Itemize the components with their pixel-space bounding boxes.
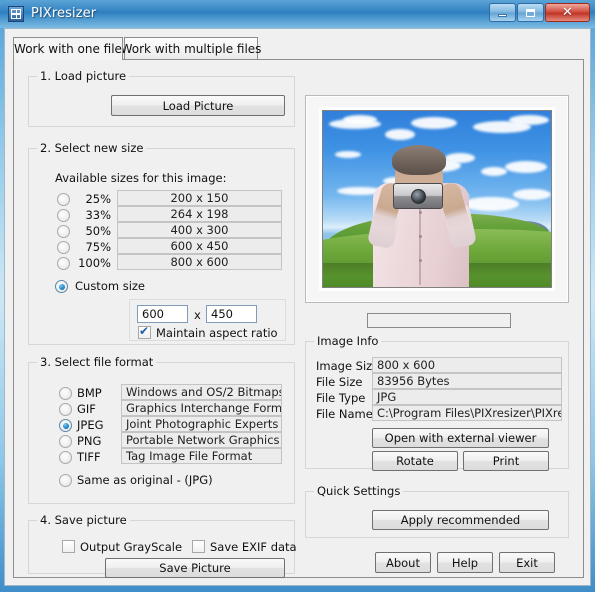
radio-format-gif[interactable] (59, 403, 72, 416)
group-select-new-size-legend: 2. Select new size (37, 141, 147, 155)
about-button[interactable]: About (375, 552, 431, 573)
format-name-bmp: BMP (77, 386, 102, 400)
size-dimensions-50: 400 x 300 (117, 222, 282, 238)
size-percent-33: 33% (85, 208, 111, 222)
maximize-icon (526, 8, 535, 17)
photographer-figure (366, 139, 478, 287)
group-image-info: Image Info Image Size 800 x 600 File Siz… (305, 334, 569, 471)
radio-format-png[interactable] (59, 435, 72, 448)
format-name-tiff: TIFF (77, 450, 101, 464)
available-sizes-label: Available sizes for this image: (55, 171, 227, 185)
radio-size-75[interactable] (57, 241, 70, 254)
group-load-picture-legend: 1. Load picture (37, 69, 130, 83)
close-button[interactable]: ✕ (545, 3, 590, 22)
radio-format-same-as-original[interactable] (59, 474, 72, 487)
minimize-icon (498, 14, 507, 17)
same-as-original-label: Same as original - (JPG) (77, 473, 213, 487)
group-select-new-size: 2. Select new size Available sizes for t… (28, 141, 295, 345)
tab-label: Work with multiple files (120, 42, 262, 56)
size-separator: x (194, 308, 201, 322)
print-button[interactable]: Print (463, 451, 549, 471)
resize-app-icon (8, 5, 24, 22)
format-name-png: PNG (77, 434, 102, 448)
file-name-value: C:\Program Files\PIXresizer\PIXresiz (372, 405, 562, 421)
size-percent-75: 75% (85, 240, 111, 254)
file-size-label: File Size (316, 375, 363, 389)
radio-size-25[interactable] (57, 193, 70, 206)
file-type-label: File Type (316, 391, 366, 405)
format-name-gif: GIF (77, 402, 96, 416)
custom-size-panel: 600 x 450 Maintain aspect ratio (129, 299, 286, 341)
group-select-file-format: 3. Select file format BMP Windows and OS… (28, 355, 295, 504)
help-button[interactable]: Help (437, 552, 493, 573)
image-size-value: 800 x 600 (372, 357, 562, 373)
radio-size-100[interactable] (57, 257, 70, 270)
group-image-info-legend: Image Info (314, 334, 382, 348)
output-grayscale-label: Output GrayScale (80, 540, 183, 554)
tab-work-with-one-file[interactable]: Work with one file (13, 37, 123, 60)
maximize-button[interactable] (517, 3, 544, 22)
close-icon: ✕ (562, 5, 573, 20)
size-percent-25: 25% (85, 192, 111, 206)
rotate-button[interactable]: Rotate (372, 451, 458, 471)
tab-label: Work with one file (14, 42, 122, 56)
group-save-picture-legend: 4. Save picture (37, 513, 130, 527)
file-size-value: 83956 Bytes (372, 373, 562, 389)
open-with-external-viewer-button[interactable]: Open with external viewer (372, 428, 549, 448)
format-description-jpeg: Joint Photographic Experts Group (121, 416, 282, 432)
size-dimensions-75: 600 x 450 (117, 238, 282, 254)
window-title: PIXresizer (31, 6, 97, 21)
group-save-picture: 4. Save picture Output GrayScale Save EX… (28, 513, 297, 578)
maintain-aspect-ratio-checkbox[interactable] (138, 324, 151, 339)
exit-button[interactable]: Exit (499, 552, 555, 573)
size-percent-100: 100% (78, 256, 111, 270)
title-bar: PIXresizer ✕ (0, 0, 595, 28)
group-load-picture: 1. Load picture Load Picture (28, 69, 295, 127)
tab-work-with-multiple-files[interactable]: Work with multiple files (121, 37, 261, 60)
file-type-value: JPG (372, 389, 562, 405)
radio-format-bmp[interactable] (59, 387, 72, 400)
custom-size-label: Custom size (75, 279, 146, 293)
custom-height-input[interactable]: 450 (206, 305, 257, 323)
format-description-tiff: Tag Image File Format (121, 448, 282, 464)
radio-format-jpeg[interactable] (59, 419, 72, 432)
client-area: Work with one file Work with multiple fi… (4, 28, 591, 586)
save-exif-data-label: Save EXIF data (210, 540, 297, 554)
apply-recommended-button[interactable]: Apply recommended (372, 510, 549, 530)
radio-size-33[interactable] (57, 209, 70, 222)
file-name-label: File Name (316, 407, 373, 421)
group-quick-settings-legend: Quick Settings (314, 484, 404, 498)
application-window: PIXresizer ✕ Work with one file Work wit… (0, 0, 595, 592)
group-quick-settings: Quick Settings Apply recommended (305, 484, 569, 538)
format-description-bmp: Windows and OS/2 Bitmaps (121, 384, 282, 400)
format-description-png: Portable Network Graphics (121, 432, 282, 448)
image-preview-frame (319, 107, 555, 291)
radio-size-50[interactable] (57, 225, 70, 238)
image-size-label: Image Size (316, 359, 380, 373)
format-description-gif: Graphics Interchange Format (121, 400, 282, 416)
size-dimensions-100: 800 x 600 (117, 254, 282, 270)
camera-shape (393, 183, 443, 209)
window-controls: ✕ (489, 3, 590, 22)
size-dimensions-33: 264 x 198 (117, 206, 282, 222)
save-exif-data-checkbox[interactable] (192, 540, 205, 553)
radio-custom-size[interactable] (55, 280, 68, 293)
minimize-button[interactable] (489, 3, 516, 22)
size-percent-50: 50% (85, 224, 111, 238)
save-picture-button[interactable]: Save Picture (105, 558, 285, 578)
group-select-file-format-legend: 3. Select file format (37, 355, 157, 369)
load-picture-button[interactable]: Load Picture (111, 95, 285, 116)
radio-format-tiff[interactable] (59, 451, 72, 464)
tab-strip: Work with one file Work with multiple fi… (13, 37, 584, 60)
size-dimensions-25: 200 x 150 (117, 190, 282, 206)
maintain-aspect-ratio-label: Maintain aspect ratio (156, 326, 278, 340)
image-preview-box[interactable] (305, 95, 569, 303)
custom-width-input[interactable]: 600 (137, 305, 188, 323)
preview-caption (367, 313, 511, 328)
output-grayscale-checkbox[interactable] (62, 540, 75, 553)
preview-image (322, 110, 552, 288)
format-name-jpeg: JPEG (77, 418, 104, 432)
